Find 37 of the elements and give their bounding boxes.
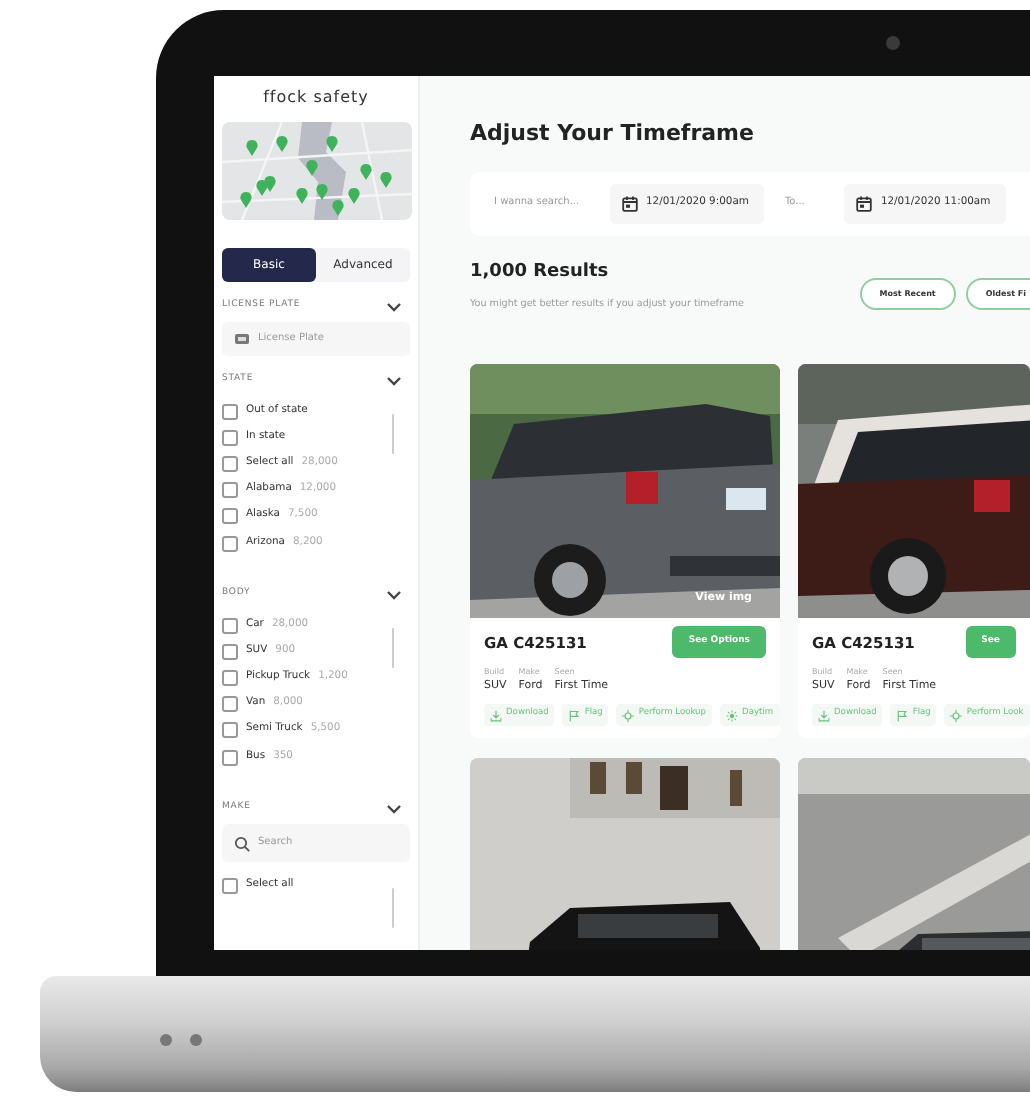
download-icon (818, 709, 830, 722)
crosshair-icon (622, 709, 635, 722)
indicator-light (190, 1034, 202, 1046)
download-icon (490, 709, 502, 722)
calendar-icon (622, 196, 638, 212)
indicator-light (160, 1034, 172, 1046)
results-title: 1,000 Results (470, 260, 611, 286)
calendar-icon (856, 196, 873, 212)
checkbox[interactable] (222, 455, 238, 472)
checkbox[interactable] (222, 535, 238, 552)
crosshair-icon (950, 709, 963, 722)
checkbox[interactable] (222, 508, 238, 525)
flag-icon (896, 709, 909, 722)
checkbox[interactable] (222, 696, 238, 713)
camera-lens (886, 36, 900, 50)
chevron-icon (386, 300, 402, 314)
checkbox[interactable] (222, 482, 238, 499)
scrollbar[interactable] (391, 414, 394, 454)
logo: ffock safety (261, 88, 371, 108)
checkbox[interactable] (222, 643, 238, 660)
checkbox[interactable] (222, 403, 238, 420)
chevron-icon (386, 588, 402, 602)
license-plate-icon (234, 332, 250, 346)
chevron-icon (386, 374, 402, 388)
checkbox[interactable] (222, 429, 238, 446)
checkbox[interactable] (222, 669, 238, 686)
flag-icon (568, 709, 581, 722)
scrollbar[interactable] (391, 628, 394, 668)
checkbox[interactable] (222, 617, 238, 634)
checkbox[interactable] (222, 749, 238, 766)
sun-icon (726, 709, 739, 722)
scrollbar[interactable] (391, 888, 394, 928)
checkbox[interactable] (222, 722, 238, 739)
checkbox[interactable] (222, 877, 238, 894)
page-title: Adjust Your Timeframe (470, 118, 756, 150)
chevron-icon (386, 802, 402, 816)
search-icon (234, 835, 250, 851)
